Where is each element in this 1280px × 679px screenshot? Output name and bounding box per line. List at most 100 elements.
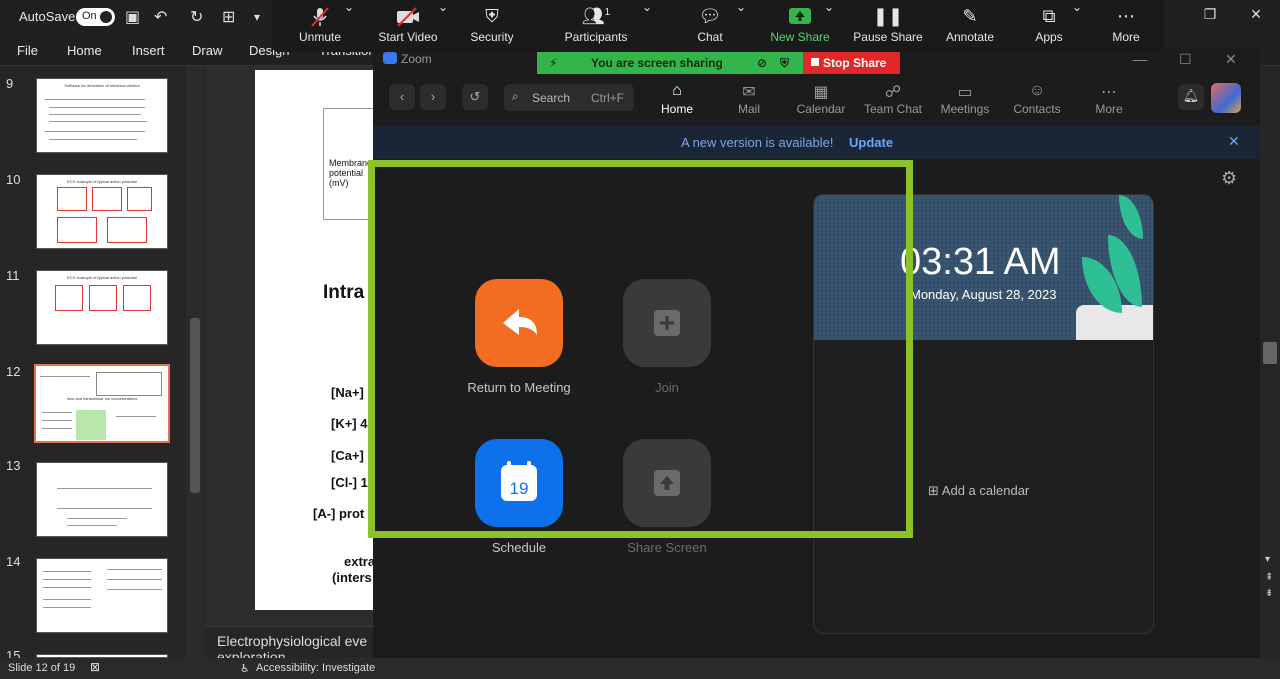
update-link[interactable]: Update (849, 135, 893, 150)
share-chevron-icon[interactable]: ⌄ (824, 0, 834, 52)
pause-icon: ❚❚ (872, 6, 904, 26)
meeting-toolbar: Unmute ⌄ Start Video ⌄ ⛨ Security 👥︎1 Part… (272, 0, 1164, 52)
plant-leaf (1119, 195, 1143, 239)
security-button[interactable]: ⛨ Security (462, 0, 522, 52)
scroll-down-icon[interactable]: ▾ (1265, 554, 1270, 565)
shield-icon: ⛨ (485, 6, 499, 26)
slide-thumbnail[interactable]: ECG example of typical action potential (36, 270, 168, 345)
tab-more[interactable]: ⋯ More (1074, 82, 1144, 116)
accessibility-icon[interactable]: ♿ (240, 662, 250, 675)
slide-counter: Slide 12 of 19 (8, 662, 76, 674)
save-icon[interactable]: ▣ (125, 7, 140, 27)
svg-text:19: 19 (510, 479, 529, 498)
share-screen-label: Share Screen (627, 540, 707, 555)
next-slide-icon[interactable]: ⇟ (1265, 588, 1273, 599)
notes-pane[interactable]: Electrophysiological eve exploration (205, 626, 375, 665)
tab-calendar[interactable]: ▦ Calendar (786, 82, 856, 116)
home-icon: ⌂ (672, 82, 682, 99)
tab-mail[interactable]: ✉ Mail (714, 82, 784, 116)
mic-muted-icon[interactable]: ⊘ (757, 56, 767, 70)
mail-icon: ✉ (742, 84, 756, 101)
plus-icon (654, 310, 680, 336)
join-button[interactable] (623, 279, 711, 367)
undo-icon[interactable]: ↶ (154, 7, 167, 27)
drag-handle-icon[interactable]: ⚡ (549, 56, 557, 70)
ion-label: [Ca+] (331, 448, 364, 463)
audio-options-chevron-icon[interactable]: ⌄ (344, 0, 354, 52)
autosave-label: AutoSave (19, 9, 76, 24)
schedule-button[interactable]: 19 (475, 439, 563, 527)
unmute-button[interactable]: Unmute (290, 0, 350, 52)
participants-button[interactable]: 👥︎1 Participants (558, 0, 634, 52)
notifications-bell-icon[interactable]: 🔔︎ (1178, 84, 1204, 110)
avatar[interactable] (1211, 83, 1241, 113)
sharing-status-text: You are screen sharing (591, 56, 723, 70)
thumbnail-scrollbar[interactable] (186, 66, 204, 658)
present-icon[interactable]: ⊞ (222, 7, 235, 27)
zoom-window: Zoom — ☐ ✕ ‹ › ↺ ⌕ Search Ctrl+F ⌂ Home ✉… (373, 48, 1260, 658)
notes-text: Electrophysiological eve (217, 633, 368, 649)
schedule-label: Schedule (491, 540, 547, 555)
ion-label: [Na+] (331, 385, 364, 400)
maximize-icon[interactable]: ☐ (1179, 51, 1192, 68)
tab-home[interactable]: ⌂ Home (642, 82, 712, 116)
history-icon[interactable]: ↺ (462, 84, 488, 110)
zoom-logo-icon (383, 52, 397, 64)
ion-label: [A-] prot (313, 506, 365, 521)
annotate-button[interactable]: ✎ Annotate (938, 0, 1002, 52)
search-input[interactable]: ⌕ Search Ctrl+F (504, 84, 634, 111)
clock-date: Monday, August 28, 2023 (910, 287, 1057, 302)
pause-share-button[interactable]: ❚❚ Pause Share (850, 0, 926, 52)
share-screen-button[interactable] (623, 439, 711, 527)
calendar-card: 03:31 AM Monday, August 28, 2023 ⊞ Add a… (813, 194, 1154, 634)
slide-thumbnail[interactable]: Software for derivation of electrical ve… (36, 78, 168, 153)
start-video-button[interactable]: Start Video (372, 0, 444, 52)
participants-chevron-icon[interactable]: ⌄ (642, 0, 652, 52)
slide-thumbnail[interactable] (36, 558, 168, 633)
restore-icon[interactable]: ❐ (1192, 6, 1228, 28)
more-button[interactable]: ⋯ More (1102, 0, 1150, 52)
tab-insert[interactable]: Insert (132, 43, 165, 58)
spell-check-icon[interactable]: ⊠ (90, 660, 100, 674)
tab-draw[interactable]: Draw (192, 43, 222, 58)
tab-meetings[interactable]: ▭ Meetings (930, 82, 1000, 116)
tab-home[interactable]: Home (67, 43, 102, 58)
video-options-chevron-icon[interactable]: ⌄ (438, 0, 448, 52)
tab-file[interactable]: File (17, 43, 38, 58)
prev-slide-icon[interactable]: ⇞ (1265, 572, 1273, 583)
close-icon[interactable]: ✕ (1238, 6, 1274, 28)
accessibility-status[interactable]: Accessibility: Investigate (256, 662, 375, 674)
screen-sharing-bar: ⚡ You are screen sharing ⊘ ⛨ Stop Share (537, 52, 900, 74)
tab-contacts[interactable]: ☺ Contacts (1002, 82, 1072, 116)
settings-gear-icon[interactable]: ⚙ (1221, 168, 1237, 189)
tab-team-chat[interactable]: ☍ Team Chat (858, 82, 928, 116)
pencil-icon: ✎ (962, 6, 978, 26)
search-icon: ⌕ (512, 89, 519, 103)
mic-muted-icon (290, 0, 350, 30)
slide-thumbnail-selected[interactable]: Ions and intracellular ion concentration… (34, 364, 170, 443)
close-icon[interactable]: ✕ (1225, 51, 1237, 68)
close-banner-icon[interactable]: ✕ (1228, 133, 1240, 150)
chat-chevron-icon[interactable]: ⌄ (736, 0, 746, 52)
minimize-icon[interactable]: — (1133, 51, 1147, 67)
add-calendar-link[interactable]: ⊞ Add a calendar (928, 483, 1029, 499)
slide-footer: extra (344, 554, 376, 569)
slide-footer: (inters (332, 570, 372, 585)
forward-button[interactable]: › (420, 84, 446, 110)
axis-label: Membrane (329, 158, 373, 168)
ion-label: [K+] 4 (331, 416, 368, 431)
sharing-status: ⚡ You are screen sharing ⊘ ⛨ (537, 52, 803, 74)
redo-icon[interactable]: ↻ (190, 7, 203, 27)
slide-scrollbar[interactable]: ▾ ⇞ ⇟ (1260, 66, 1280, 658)
slide-thumbnail[interactable] (36, 462, 168, 537)
stop-share-button[interactable]: Stop Share (803, 52, 900, 74)
back-button[interactable]: ‹ (389, 84, 415, 110)
apps-chevron-icon[interactable]: ⌄ (1072, 0, 1082, 52)
video-off-icon (372, 0, 444, 30)
chat-button[interactable]: 💬︎ Chat (680, 0, 740, 52)
customize-qa-icon[interactable]: ▾ (254, 10, 260, 24)
return-to-meeting-button[interactable] (475, 279, 563, 367)
apps-button[interactable]: ⧉ Apps (1024, 0, 1074, 52)
autosave-toggle[interactable]: On (76, 8, 115, 26)
slide-thumbnail[interactable]: ECG example of typical action potential (36, 174, 168, 249)
